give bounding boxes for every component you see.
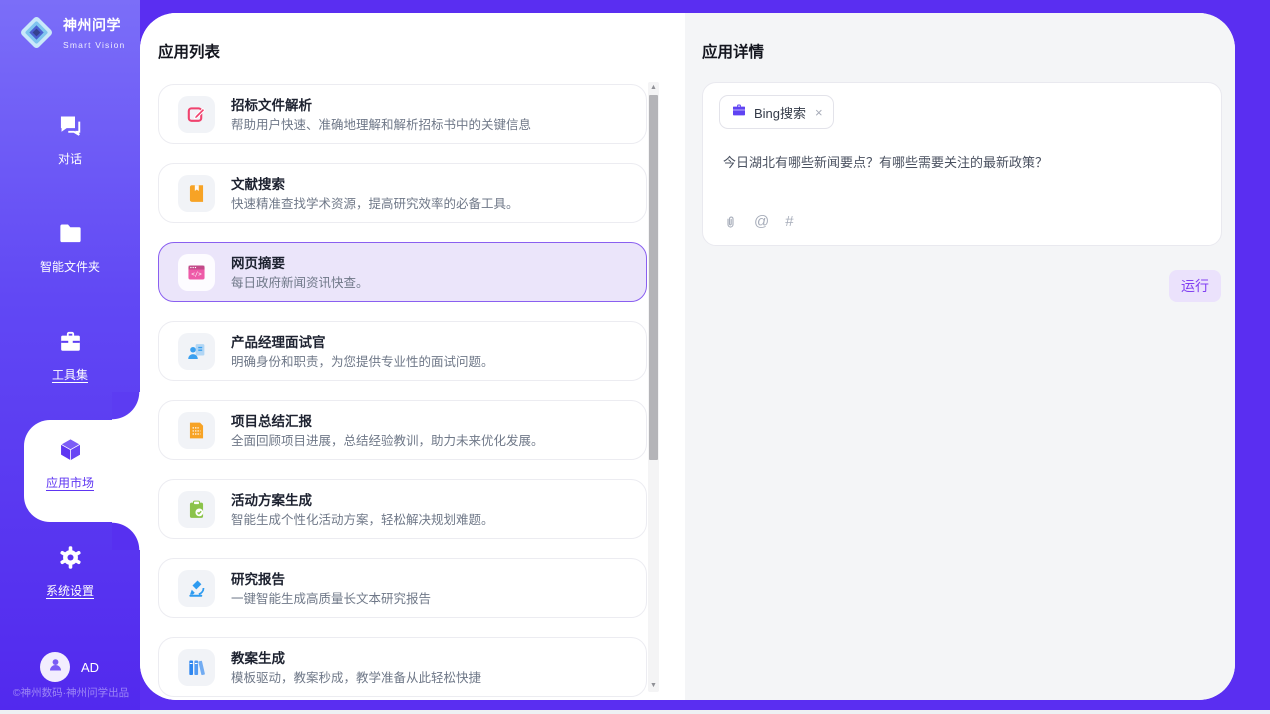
app-list-title: 应用列表 <box>158 40 220 62</box>
app-window: 神州问学 Smart Vision 对话 智能文件夹 工具集 应用市场 系统设置 <box>0 0 1270 714</box>
book-icon <box>178 175 215 212</box>
user-initials: AD <box>81 660 99 675</box>
gear-icon <box>57 544 84 571</box>
sidebar-item-label: 应用市场 <box>0 474 140 491</box>
microscope-icon <box>178 570 215 607</box>
app-card-desc: 模板驱动，教案秒成，教学准备从此轻松快捷 <box>231 667 481 686</box>
app-card-title: 文献搜索 <box>231 173 285 193</box>
app-card[interactable]: 研究报告 一键智能生成高质量长文本研究报告 <box>158 558 647 618</box>
app-card-desc: 全面回顾项目进展，总结经验教训，助力未来优化发展。 <box>231 430 544 449</box>
sidebar-item-system-settings[interactable]: 系统设置 <box>0 544 140 599</box>
app-card-desc: 一键智能生成高质量长文本研究报告 <box>231 588 431 607</box>
chat-icon <box>57 112 84 139</box>
prompt-input-card[interactable]: Bing搜索 × 今日湖北有哪些新闻要点？有哪些需要关注的最新政策？ @ # <box>702 82 1222 246</box>
sidebar-item-label: 系统设置 <box>0 582 140 599</box>
browser-code-icon: </> <box>178 254 215 291</box>
query-textarea[interactable]: 今日湖北有哪些新闻要点？有哪些需要关注的最新政策？ <box>723 153 1201 172</box>
cube-icon <box>57 436 84 463</box>
app-card-title: 产品经理面试官 <box>231 331 326 351</box>
main-content: 应用列表 招标文件解析 帮助用户快速、准确地理解和解析招标书中的关键信息 文献搜… <box>140 13 1235 700</box>
brand-name: 神州问学 <box>63 17 121 33</box>
app-card-list: 招标文件解析 帮助用户快速、准确地理解和解析招标书中的关键信息 文献搜索 快速精… <box>158 84 647 697</box>
avatar[interactable] <box>40 652 70 682</box>
app-card-title: 研究报告 <box>231 568 285 588</box>
app-card-title: 招标文件解析 <box>231 94 312 114</box>
app-detail-panel: 应用详情 Bing搜索 × 今日湖北有哪些新闻要点？有哪些需要关注的最新政策？ <box>685 13 1235 700</box>
books-icon <box>178 649 215 686</box>
app-card-desc: 快速精准查找学术资源，提高研究效率的必备工具。 <box>231 193 519 212</box>
app-card-desc: 明确身份和职责，为您提供专业性的面试问题。 <box>231 351 494 370</box>
brand-logo: 神州问学 Smart Vision <box>18 14 140 56</box>
purple-frame: 神州问学 Smart Vision 对话 智能文件夹 工具集 应用市场 系统设置 <box>0 0 1270 710</box>
copyright-text: ©神州数码·神州问学出品 <box>4 685 138 700</box>
briefcase-icon <box>731 102 747 123</box>
folder-icon <box>57 220 84 247</box>
attachment-toolbar: @ # <box>723 213 794 231</box>
app-card[interactable]: 教案生成 模板驱动，教案秒成，教学准备从此轻松快捷 <box>158 637 647 697</box>
brand-tagline: Smart Vision <box>63 40 125 50</box>
hash-icon[interactable]: # <box>785 213 793 231</box>
edit-doc-icon <box>178 96 215 133</box>
app-card-title: 活动方案生成 <box>231 489 312 509</box>
person-icon <box>47 656 64 678</box>
app-card[interactable]: 项目总结汇报 全面回顾项目进展，总结经验教训，助力未来优化发展。 <box>158 400 647 460</box>
app-card-desc: 帮助用户快速、准确地理解和解析招标书中的关键信息 <box>231 114 531 133</box>
app-detail-title: 应用详情 <box>702 40 764 62</box>
sidebar-item-chat[interactable]: 对话 <box>0 112 140 167</box>
clipboard-check-icon <box>178 491 215 528</box>
sidebar-item-label: 智能文件夹 <box>0 258 140 275</box>
at-icon[interactable]: @ <box>754 213 769 231</box>
app-card-title: 网页摘要 <box>231 252 285 272</box>
svg-text:</>: </> <box>191 272 202 278</box>
tag-close-icon[interactable]: × <box>815 106 823 119</box>
app-card-title: 项目总结汇报 <box>231 410 312 430</box>
tool-tag-bing[interactable]: Bing搜索 × <box>719 95 834 129</box>
app-card[interactable]: 活动方案生成 智能生成个性化活动方案，轻松解决规划难题。 <box>158 479 647 539</box>
app-card-desc: 每日政府新闻资讯快查。 <box>231 272 369 291</box>
scrollbar-thumb[interactable] <box>649 95 658 460</box>
app-list-panel: 应用列表 招标文件解析 帮助用户快速、准确地理解和解析招标书中的关键信息 文献搜… <box>140 13 685 700</box>
app-card[interactable]: 文献搜索 快速精准查找学术资源，提高研究效率的必备工具。 <box>158 163 647 223</box>
summary-doc-icon <box>178 412 215 449</box>
app-card-title: 教案生成 <box>231 647 285 667</box>
sidebar-item-smart-folder[interactable]: 智能文件夹 <box>0 220 140 275</box>
scroll-down-icon[interactable]: ▼ <box>648 680 659 692</box>
app-card[interactable]: </> 网页摘要 每日政府新闻资讯快查。 <box>158 242 647 302</box>
paperclip-icon[interactable] <box>723 213 738 231</box>
bubble-fillet-top <box>112 392 140 420</box>
sidebar-item-label: 工具集 <box>0 366 140 383</box>
bubble-fillet-bottom <box>112 522 140 550</box>
app-card-desc: 智能生成个性化活动方案，轻松解决规划难题。 <box>231 509 494 528</box>
app-card[interactable]: 招标文件解析 帮助用户快速、准确地理解和解析招标书中的关键信息 <box>158 84 647 144</box>
sidebar-item-app-market[interactable]: 应用市场 <box>0 436 140 491</box>
diamond-logo-icon <box>18 14 55 56</box>
sidebar: 神州问学 Smart Vision 对话 智能文件夹 工具集 应用市场 系统设置 <box>0 0 140 710</box>
sidebar-item-label: 对话 <box>0 150 140 167</box>
interviewer-icon <box>178 333 215 370</box>
tool-tag-label: Bing搜索 <box>754 103 806 122</box>
run-button[interactable]: 运行 <box>1169 270 1221 302</box>
scrollbar[interactable]: ▲ ▼ <box>648 82 659 692</box>
user-row: AD <box>40 652 99 682</box>
app-card[interactable]: 产品经理面试官 明确身份和职责，为您提供专业性的面试问题。 <box>158 321 647 381</box>
sidebar-item-toolset[interactable]: 工具集 <box>0 328 140 383</box>
scroll-up-icon[interactable]: ▲ <box>648 82 659 94</box>
toolbox-icon <box>57 328 84 355</box>
